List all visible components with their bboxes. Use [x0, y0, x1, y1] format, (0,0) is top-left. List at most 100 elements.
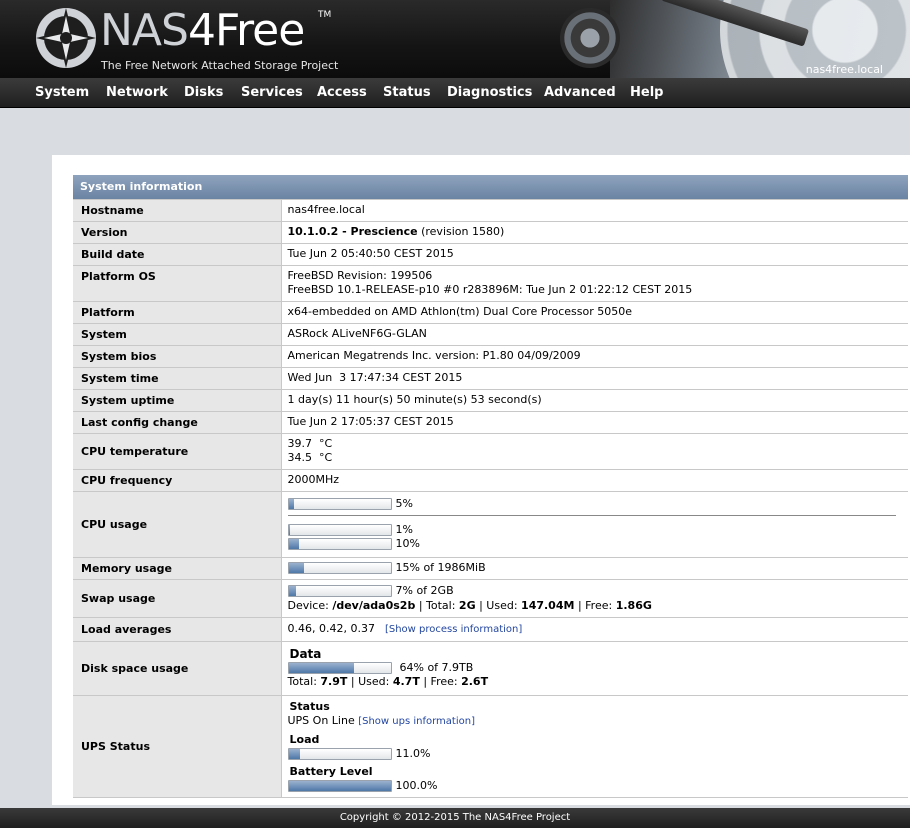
- header-hostname: nas4free.local: [805, 63, 883, 76]
- hostname-value: nas4free.local: [281, 199, 908, 222]
- nav-network[interactable]: Network: [106, 78, 168, 108]
- disk-free-label: | Free:: [419, 675, 462, 688]
- cpu-core0-text: 1%: [395, 523, 413, 536]
- progress-fill: [288, 539, 299, 549]
- system-information-table: System information Hostname nas4free.loc…: [73, 175, 908, 798]
- nav-disks[interactable]: Disks: [184, 78, 223, 108]
- ups-status-heading: Status: [289, 699, 330, 713]
- cpu-core0-usage: 1%: [287, 523, 909, 537]
- nav-status[interactable]: Status: [383, 78, 431, 108]
- cpu-temperature-core1: 34.5 °C: [287, 451, 333, 464]
- system-bios-label: System bios: [73, 345, 282, 368]
- version-revision: (revision 1580): [417, 225, 505, 238]
- logo-wordmark: NAS4Free: [100, 5, 305, 56]
- ups-status-label: UPS Status: [73, 695, 282, 798]
- platform-os-line1: FreeBSD Revision: 199506: [287, 269, 433, 282]
- table-row: CPU usage 5% 1% 10%: [73, 491, 909, 558]
- nav-access[interactable]: Access: [317, 78, 367, 108]
- platform-value: x64-embedded on AMD Athlon(tm) Dual Core…: [281, 301, 908, 324]
- system-uptime-value: 1 day(s) 11 hour(s) 50 minute(s) 53 seco…: [281, 389, 908, 412]
- disk-total: 7.9T: [320, 675, 348, 688]
- cpu-frequency-label: CPU frequency: [73, 469, 282, 492]
- swap-usage-label: Swap usage: [73, 579, 282, 618]
- header-banner: NAS4Free TM The Free Network Attached St…: [0, 0, 910, 78]
- memory-progress-bar: [287, 562, 392, 574]
- disk-space-usage-label: Disk space usage: [73, 641, 282, 696]
- ups-battery-progress-bar: [287, 779, 392, 792]
- main-nav: System Network Disks Services Access Sta…: [0, 78, 910, 108]
- table-row: Memory usage 15% of 1986MiB: [73, 557, 909, 580]
- swap-usage-text: 7% of 2GB: [395, 583, 454, 597]
- nav-diagnostics[interactable]: Diagnostics: [447, 78, 532, 108]
- swap-progress-bar: [287, 584, 392, 597]
- section-title: System information: [73, 175, 908, 200]
- platform-os-value: FreeBSD Revision: 199506 FreeBSD 10.1-RE…: [281, 265, 908, 302]
- swap-used: 147.04M: [521, 598, 575, 612]
- memory-usage-value: 15% of 1986MiB: [281, 557, 909, 580]
- table-row: Disk space usage Data 64% of 7.9TB Total…: [73, 641, 908, 696]
- nav-services[interactable]: Services: [241, 78, 303, 108]
- disk-free: 2.6T: [461, 675, 489, 688]
- swap-device: /dev/ada0s2b: [332, 598, 416, 612]
- cpu-frequency-value: 2000MHz: [281, 469, 908, 492]
- memory-usage-bar-row: 15% of 1986MiB: [287, 561, 909, 575]
- system-bios-value: American Megatrends Inc. version: P1.80 …: [281, 345, 908, 368]
- hostname-label: Hostname: [73, 199, 282, 222]
- platform-label: Platform: [73, 301, 282, 324]
- cpu-core1-usage: 10%: [287, 537, 909, 551]
- load-averages-label: Load averages: [73, 617, 282, 642]
- show-process-information-link[interactable]: [Show process information]: [385, 624, 522, 635]
- show-ups-information-link[interactable]: [Show ups information]: [358, 716, 475, 727]
- table-row: UPS Status Status UPS On Line [Show ups …: [73, 695, 909, 798]
- logo-trademark: TM: [318, 10, 332, 20]
- load-averages-value: 0.46, 0.42, 0.37 [Show process informatio…: [281, 617, 908, 642]
- nav-advanced[interactable]: Advanced: [544, 78, 616, 108]
- disk-space-usage-value: Data 64% of 7.9TB Total: 7.9T | Used: 4.…: [281, 641, 908, 696]
- ups-status-line: UPS On Line [Show ups information]: [288, 714, 909, 729]
- ups-battery-bar-row: 100.0%: [287, 779, 909, 793]
- swap-free-label: | Free:: [574, 598, 616, 612]
- cpu-usage-value: 5% 1% 10%: [281, 491, 909, 558]
- cpu-temperature-core0: 39.7 °C: [287, 437, 333, 450]
- nav-help[interactable]: Help: [630, 78, 663, 108]
- progress-fill: [288, 563, 304, 573]
- cpu-temperature-value: 39.7 °C 34.5 °C: [281, 433, 908, 470]
- cpu-total-usage: 5%: [287, 497, 909, 511]
- memory-usage-text: 15% of 1986MiB: [395, 561, 486, 574]
- progress-fill: [288, 663, 354, 673]
- table-row: System uptime 1 day(s) 11 hour(s) 50 min…: [73, 389, 908, 412]
- tagline: The Free Network Attached Storage Projec…: [101, 59, 339, 72]
- hard-drive-spindle: [560, 8, 620, 68]
- load-averages-text: 0.46, 0.42, 0.37: [287, 621, 375, 635]
- swap-device-label: Device:: [287, 598, 333, 612]
- progress-fill: [288, 780, 391, 791]
- cpu-core1-text: 10%: [395, 537, 420, 550]
- system-time-label: System time: [73, 367, 282, 390]
- memory-usage-label: Memory usage: [73, 557, 282, 580]
- cpu-total-text: 5%: [395, 497, 413, 510]
- last-config-label: Last config change: [73, 411, 282, 434]
- table-row: Swap usage 7% of 2GB Device: /dev/ada0s2…: [73, 579, 909, 618]
- table-row: Platform OS FreeBSD Revision: 199506 Fre…: [73, 265, 908, 302]
- ups-load-text: 11.0%: [395, 746, 431, 760]
- table-row: CPU frequency 2000MHz: [73, 469, 908, 492]
- swap-usage-value: 7% of 2GB Device: /dev/ada0s2b | Total: …: [281, 579, 909, 618]
- table-row: Platform x64-embedded on AMD Athlon(tm) …: [73, 301, 908, 324]
- nav-system[interactable]: System: [35, 78, 89, 108]
- table-row: Hostname nas4free.local: [73, 199, 908, 222]
- progress-fill: [288, 585, 296, 596]
- cpu-divider: [287, 515, 896, 516]
- ups-load-bar-row: 11.0%: [287, 746, 909, 761]
- ups-load-progress-bar: [287, 747, 392, 760]
- last-config-value: Tue Jun 2 17:05:37 CEST 2015: [281, 411, 908, 434]
- build-date-label: Build date: [73, 243, 282, 266]
- system-uptime-label: System uptime: [73, 389, 282, 412]
- nas4free-logo-icon: [36, 8, 96, 68]
- table-row: Version 10.1.0.2 - Prescience (revision …: [73, 221, 908, 244]
- ups-load-heading: Load: [289, 732, 320, 746]
- swap-device-details: Device: /dev/ada0s2b | Total: 2G | Used:…: [288, 599, 909, 613]
- table-row: System ASRock ALiveNF6G-GLAN: [73, 323, 908, 346]
- content-panel: System information Hostname nas4free.loc…: [52, 155, 910, 805]
- ups-status-text: UPS On Line: [287, 713, 359, 727]
- platform-os-label: Platform OS: [73, 265, 282, 302]
